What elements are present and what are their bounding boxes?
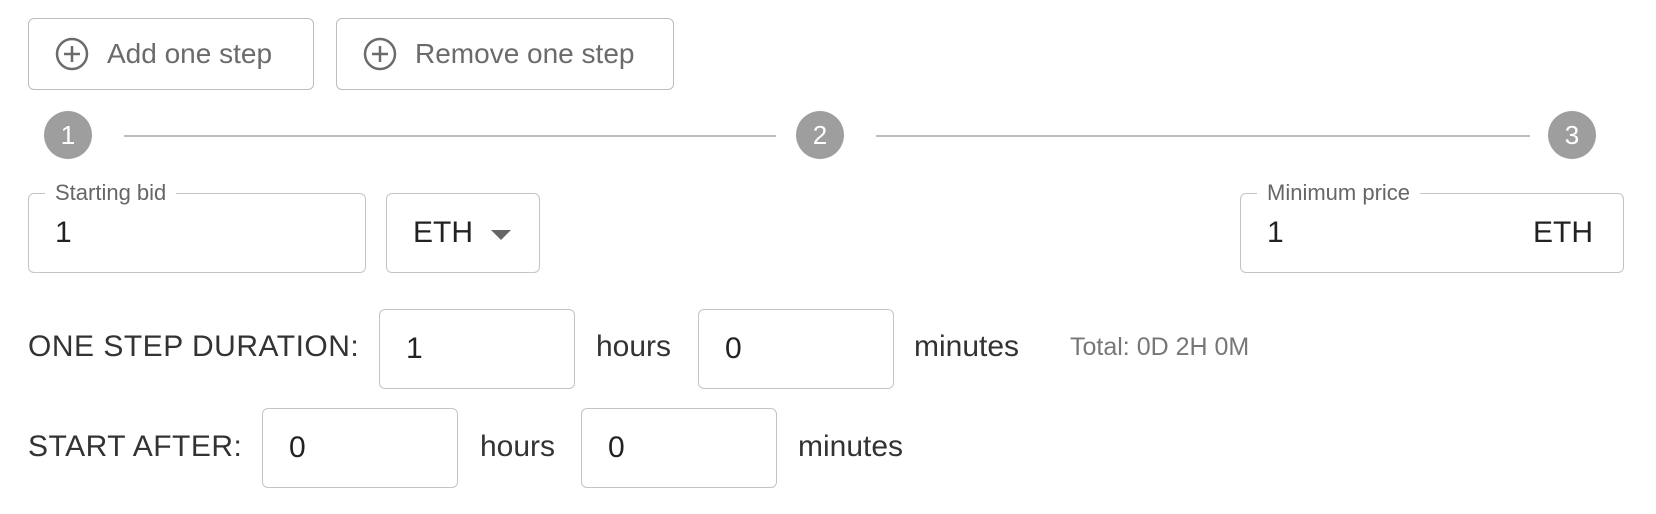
one-step-duration-label: ONE STEP DURATION: — [28, 330, 360, 363]
start-hours-input[interactable]: 0 — [262, 408, 458, 488]
plus-circle-icon — [363, 37, 397, 71]
duration-minutes-unit: minutes — [914, 330, 1020, 363]
duration-minutes-value: 0 — [725, 332, 742, 365]
start-minutes-value: 0 — [608, 431, 625, 464]
step-connector — [876, 135, 1530, 137]
starting-bid-field[interactable]: Starting bid 1 — [28, 179, 366, 273]
start-minutes-unit: minutes — [798, 430, 904, 463]
duration-hours-value: 1 — [406, 332, 423, 365]
start-minutes-input[interactable]: 0 — [581, 408, 777, 488]
step-connector — [124, 135, 776, 137]
remove-step-button[interactable]: Remove one step — [336, 18, 674, 90]
remove-step-label: Remove one step — [415, 38, 635, 69]
minimum-price-field[interactable]: Minimum price 1 ETH — [1240, 179, 1624, 273]
step-2-indicator[interactable]: 2 — [796, 111, 844, 159]
start-hours-value: 0 — [289, 431, 306, 464]
total-duration-text: Total: 0D 2H 0M — [1070, 333, 1250, 361]
add-step-label: Add one step — [107, 38, 273, 69]
duration-hours-input[interactable]: 1 — [379, 309, 575, 389]
start-hours-unit: hours — [480, 430, 556, 463]
minimum-price-input[interactable]: 1 — [1267, 194, 1284, 272]
step-3-indicator[interactable]: 3 — [1548, 111, 1596, 159]
duration-hours-unit: hours — [596, 330, 672, 363]
add-step-button[interactable]: Add one step — [28, 18, 314, 90]
currency-select[interactable]: ETH — [386, 193, 540, 273]
caret-down-icon — [491, 230, 511, 240]
start-after-label: START AFTER: — [28, 430, 243, 463]
starting-bid-input[interactable]: 1 — [55, 194, 72, 272]
currency-select-value: ETH — [413, 216, 473, 249]
duration-minutes-input[interactable]: 0 — [698, 309, 894, 389]
minimum-price-currency: ETH — [1533, 216, 1593, 249]
plus-circle-icon — [55, 37, 89, 71]
step-1-indicator[interactable]: 1 — [44, 111, 92, 159]
